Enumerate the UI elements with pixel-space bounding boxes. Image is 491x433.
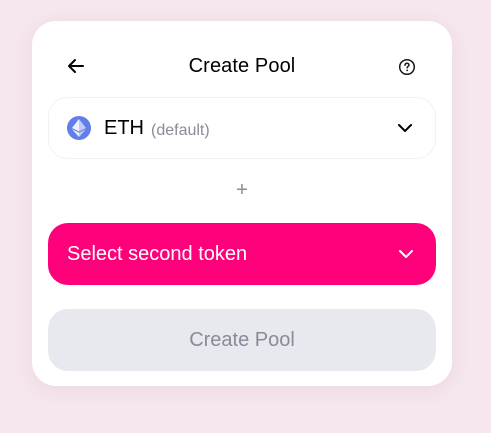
chevron-down-icon [396, 244, 416, 264]
first-token-selector[interactable]: ETH (default) [48, 97, 436, 159]
help-button[interactable] [397, 57, 417, 77]
create-pool-button[interactable]: Create Pool [48, 309, 436, 371]
select-second-token-label: Select second token [67, 243, 248, 265]
plus-separator: + [236, 179, 248, 201]
chevron-down-icon [395, 118, 415, 138]
token-symbol: ETH [104, 117, 144, 139]
select-second-token-button[interactable]: Select second token [48, 223, 436, 285]
question-circle-icon [398, 58, 416, 76]
page-title: Create Pool [188, 55, 296, 77]
create-pool-card: Create Pool ETH (default) + Select secon… [32, 21, 452, 386]
token-default-note: (default) [151, 122, 210, 139]
ethereum-icon [67, 116, 91, 140]
